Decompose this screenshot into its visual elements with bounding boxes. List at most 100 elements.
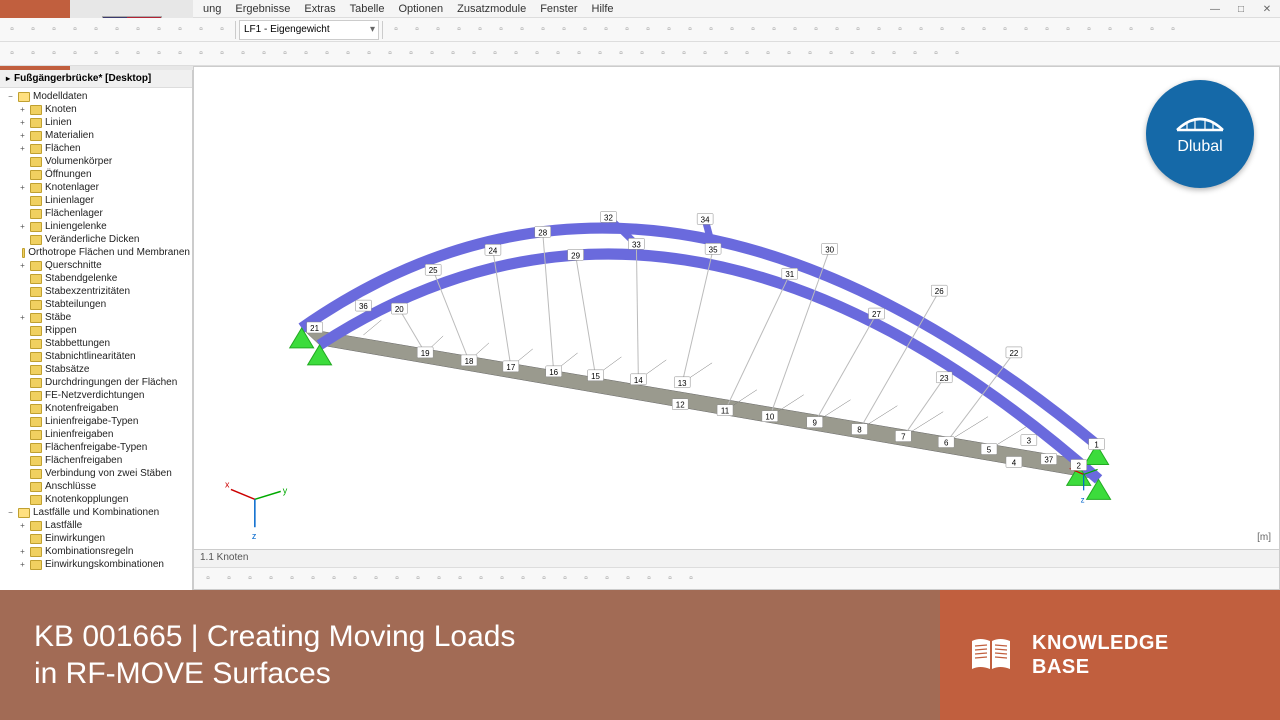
toolbar-button[interactable] [884,44,904,64]
toolbar-button[interactable] [428,20,448,40]
toolbar-button[interactable] [722,20,742,40]
toolbar-button[interactable] [576,569,596,589]
toolbar-button[interactable] [555,569,575,589]
tree-item[interactable]: Stabbettungen [0,337,192,350]
toolbar-button[interactable] [275,44,295,64]
maximize-button[interactable]: □ [1228,0,1254,18]
tree-item[interactable]: +Querschnitte [0,259,192,272]
toolbar-button[interactable] [743,20,763,40]
toolbar-button[interactable] [401,44,421,64]
tree-item[interactable]: Volumenkörper [0,155,192,168]
menu-item[interactable]: Extras [298,1,341,17]
toolbar-button[interactable] [926,44,946,64]
toolbar-button[interactable] [1037,20,1057,40]
toolbar-button[interactable] [212,44,232,64]
toolbar-button[interactable] [653,44,673,64]
toolbar-button[interactable] [863,44,883,64]
toolbar-button[interactable] [23,44,43,64]
toolbar-button[interactable] [680,20,700,40]
toolbar-button[interactable] [86,20,106,40]
toolbar-button[interactable] [806,20,826,40]
toolbar-button[interactable] [65,20,85,40]
toolbar-button[interactable] [1079,20,1099,40]
tree-item[interactable]: Einwirkungen [0,532,192,545]
toolbar-button[interactable] [674,44,694,64]
toolbar-button[interactable] [491,20,511,40]
tree-item[interactable]: Knotenkopplungen [0,493,192,506]
toolbar-button[interactable] [554,20,574,40]
toolbar-button[interactable] [212,20,232,40]
toolbar-button[interactable] [107,20,127,40]
toolbar-button[interactable] [513,569,533,589]
model-viewport[interactable]: x y z [193,66,1280,590]
toolbar-button[interactable] [149,20,169,40]
tree-item[interactable]: Veränderliche Dicken [0,233,192,246]
tree-item[interactable]: Stabendgelenke [0,272,192,285]
toolbar-button[interactable] [974,20,994,40]
toolbar-button[interactable] [911,20,931,40]
toolbar-button[interactable] [617,20,637,40]
toolbar-button[interactable] [233,44,253,64]
toolbar-button[interactable] [597,569,617,589]
toolbar-button[interactable] [1016,20,1036,40]
toolbar-button[interactable] [611,44,631,64]
toolbar-button[interactable] [282,569,302,589]
tree-item[interactable]: +Liniengelenke [0,220,192,233]
toolbar-button[interactable] [219,569,239,589]
toolbar-button[interactable] [191,44,211,64]
toolbar-button[interactable] [2,20,22,40]
toolbar-button[interactable] [660,569,680,589]
toolbar-button[interactable] [638,20,658,40]
tree-item[interactable]: Durchdringungen der Flächen [0,376,192,389]
toolbar-button[interactable] [303,569,323,589]
tree-item[interactable]: +Knotenlager [0,181,192,194]
tree-item[interactable]: +Einwirkungskombinationen [0,558,192,571]
loadcase-combo[interactable]: LF1 - Eigengewicht [239,20,379,40]
toolbar-button[interactable] [407,20,427,40]
toolbar-button[interactable] [443,44,463,64]
tree-item[interactable]: −Lastfälle und Kombinationen [0,506,192,519]
toolbar-button[interactable] [716,44,736,64]
toolbar-button[interactable] [869,20,889,40]
menu-item[interactable]: Tabelle [344,1,391,17]
toolbar-button[interactable] [785,20,805,40]
close-button[interactable]: ✕ [1254,0,1280,18]
toolbar-button[interactable] [827,20,847,40]
toolbar-button[interactable] [758,44,778,64]
project-title[interactable]: Fußgängerbrücke* [Desktop] [0,70,192,88]
tree-item[interactable]: +Linien [0,116,192,129]
toolbar-button[interactable] [632,44,652,64]
toolbar-button[interactable] [359,44,379,64]
toolbar-button[interactable] [408,569,428,589]
tree-item[interactable]: Stabteilungen [0,298,192,311]
menu-item[interactable]: Ergebnisse [229,1,296,17]
toolbar-button[interactable] [506,44,526,64]
toolbar-button[interactable] [492,569,512,589]
tree-item[interactable]: Flächenlager [0,207,192,220]
toolbar-button[interactable] [149,44,169,64]
toolbar-button[interactable] [65,44,85,64]
toolbar-button[interactable] [1121,20,1141,40]
toolbar-button[interactable] [471,569,491,589]
toolbar-button[interactable] [695,44,715,64]
toolbar-button[interactable] [590,44,610,64]
tree-item[interactable]: FE-Netzverdichtungen [0,389,192,402]
toolbar-button[interactable] [107,44,127,64]
menu-item[interactable]: Fenster [534,1,583,17]
toolbar-button[interactable] [387,569,407,589]
tree-item[interactable]: Knotenfreigaben [0,402,192,415]
tree-item[interactable]: Flächenfreigaben [0,454,192,467]
toolbar-button[interactable] [44,44,64,64]
toolbar-button[interactable] [429,569,449,589]
toolbar-button[interactable] [639,569,659,589]
toolbar-button[interactable] [596,20,616,40]
toolbar-button[interactable] [450,569,470,589]
toolbar-button[interactable] [618,569,638,589]
tree-item[interactable]: Linienlager [0,194,192,207]
toolbar-button[interactable] [470,20,490,40]
toolbar-button[interactable] [995,20,1015,40]
toolbar-button[interactable] [254,44,274,64]
tree-item[interactable]: −Modelldaten [0,90,192,103]
toolbar-button[interactable] [380,44,400,64]
toolbar-button[interactable] [23,20,43,40]
